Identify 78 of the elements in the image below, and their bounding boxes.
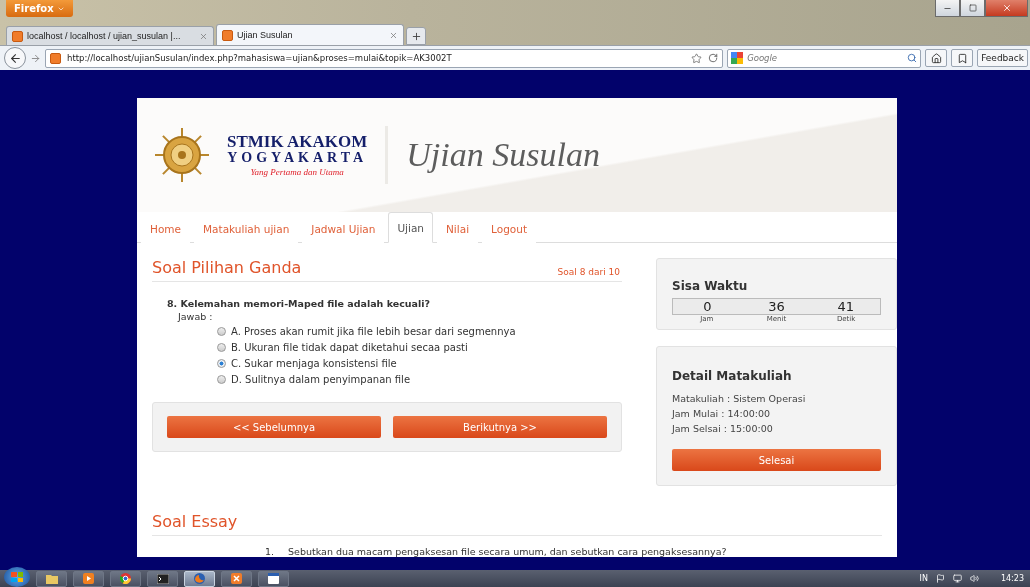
favicon-icon xyxy=(50,52,61,64)
taskbar-app-button[interactable] xyxy=(147,570,178,587)
play-icon xyxy=(83,573,94,584)
timer-value: 0 xyxy=(672,298,742,315)
timer-value: 41 xyxy=(811,298,881,315)
taskbar-app-button[interactable] xyxy=(73,570,104,587)
start-button[interactable] xyxy=(4,567,30,587)
search-icon[interactable] xyxy=(907,53,918,64)
answer-option[interactable]: C. Sukar menjaga konsistensi file xyxy=(217,358,622,369)
star-icon[interactable] xyxy=(691,52,703,64)
plus-icon xyxy=(410,30,422,42)
network-icon[interactable] xyxy=(952,574,962,583)
document-icon xyxy=(268,573,279,584)
radio-button[interactable] xyxy=(217,327,226,336)
restore-icon xyxy=(968,4,977,12)
close-icon xyxy=(1001,3,1012,13)
volume-icon[interactable] xyxy=(969,574,979,583)
question-number: 1. xyxy=(265,546,275,557)
nav-tab[interactable]: Ujian xyxy=(388,212,433,243)
section-title: Soal Pilihan Ganda xyxy=(152,258,302,277)
section-title: Soal Essay xyxy=(152,512,238,531)
search-box[interactable]: Google xyxy=(727,48,922,68)
detail-line: Matakuliah : Sistem Operasi xyxy=(672,392,807,406)
forward-icon[interactable] xyxy=(30,52,41,64)
question-text: 8. Kelemahan memori-Maped file adalah kecuali? xyxy=(167,298,432,309)
site-title: Ujian Susulan xyxy=(406,136,600,174)
answer-option[interactable]: A. Proses akan rumit jika file lebih besar dari segmennya xyxy=(217,326,622,337)
brand-city: YOGYAKARTA xyxy=(227,150,368,167)
favicon-icon xyxy=(12,30,23,42)
radio-button[interactable] xyxy=(217,359,226,368)
radio-button[interactable] xyxy=(217,343,226,352)
emblem-logo xyxy=(155,126,209,184)
browser-icon xyxy=(120,573,131,584)
taskbar-app-button[interactable] xyxy=(221,570,252,587)
tagline: Yang Pertama dan Utama xyxy=(250,166,344,177)
card-title: Detail Matakuliah xyxy=(672,369,793,383)
search-engine-icon xyxy=(731,52,744,65)
question-text: Sebutkan dua macam pengaksesan file secara umum, dan sebutkan cara pengaksesannya? xyxy=(288,546,727,557)
detail-line: Jam Mulai : 14:00:00 xyxy=(672,407,772,421)
globe-icon xyxy=(194,573,205,584)
bookmark-icon xyxy=(956,52,968,64)
feedback-button[interactable]: Feedback xyxy=(977,49,1028,68)
detail-line: Jam Selsai : 15:00:00 xyxy=(672,422,774,436)
timer-value: 36 xyxy=(741,298,812,315)
answer-label: Jawab : xyxy=(178,311,214,322)
terminal-icon xyxy=(156,573,169,584)
back-button[interactable] xyxy=(4,47,26,70)
browser-tab[interactable]: Ujian Susulan xyxy=(216,24,404,46)
question-counter: Soal 8 dari 10 xyxy=(557,267,620,277)
reload-icon[interactable] xyxy=(708,53,719,64)
browser-tab[interactable]: localhost / localhost / ujian_susulan |... xyxy=(6,26,214,46)
brand-name: STMIK AKAKOM xyxy=(227,133,368,151)
radio-button[interactable] xyxy=(217,375,226,384)
close-icon[interactable] xyxy=(389,30,398,40)
card-title: Sisa Waktu xyxy=(672,279,749,293)
language-indicator[interactable]: IN xyxy=(919,574,928,583)
new-tab-button[interactable] xyxy=(406,27,426,46)
flag-icon[interactable] xyxy=(935,574,945,583)
favicon-icon xyxy=(222,29,233,41)
home-icon xyxy=(930,52,942,64)
next-button[interactable]: Berikutnya >> xyxy=(393,416,607,438)
address-bar[interactable]: http://localhost/ujianSusulan/index.php?mahasiswa=ujian&proses=mulai&topik=AK3002T xyxy=(45,48,724,68)
taskbar-app-button[interactable] xyxy=(36,570,67,587)
clock[interactable]: 14:23 xyxy=(1000,574,1024,583)
answer-option[interactable]: B. Ukuran file tidak dapat diketahui secaa pasti xyxy=(217,342,622,353)
back-arrow-icon xyxy=(8,51,22,65)
bookmarks-button[interactable] xyxy=(951,49,974,68)
previous-button[interactable]: << Sebelumnya xyxy=(167,416,381,438)
answer-option[interactable]: D. Sulitnya dalam penyimpanan file xyxy=(217,374,622,385)
folder-icon xyxy=(45,573,58,584)
xampp-icon xyxy=(231,573,242,584)
taskbar-app-button[interactable] xyxy=(110,570,141,587)
search-input[interactable]: Google xyxy=(747,53,904,64)
home-button[interactable] xyxy=(925,49,948,68)
restore-button[interactable] xyxy=(960,0,985,17)
taskbar-app-button[interactable] xyxy=(258,570,289,587)
finish-button[interactable]: Selesai xyxy=(672,449,881,471)
minimize-button[interactable] xyxy=(935,0,960,17)
